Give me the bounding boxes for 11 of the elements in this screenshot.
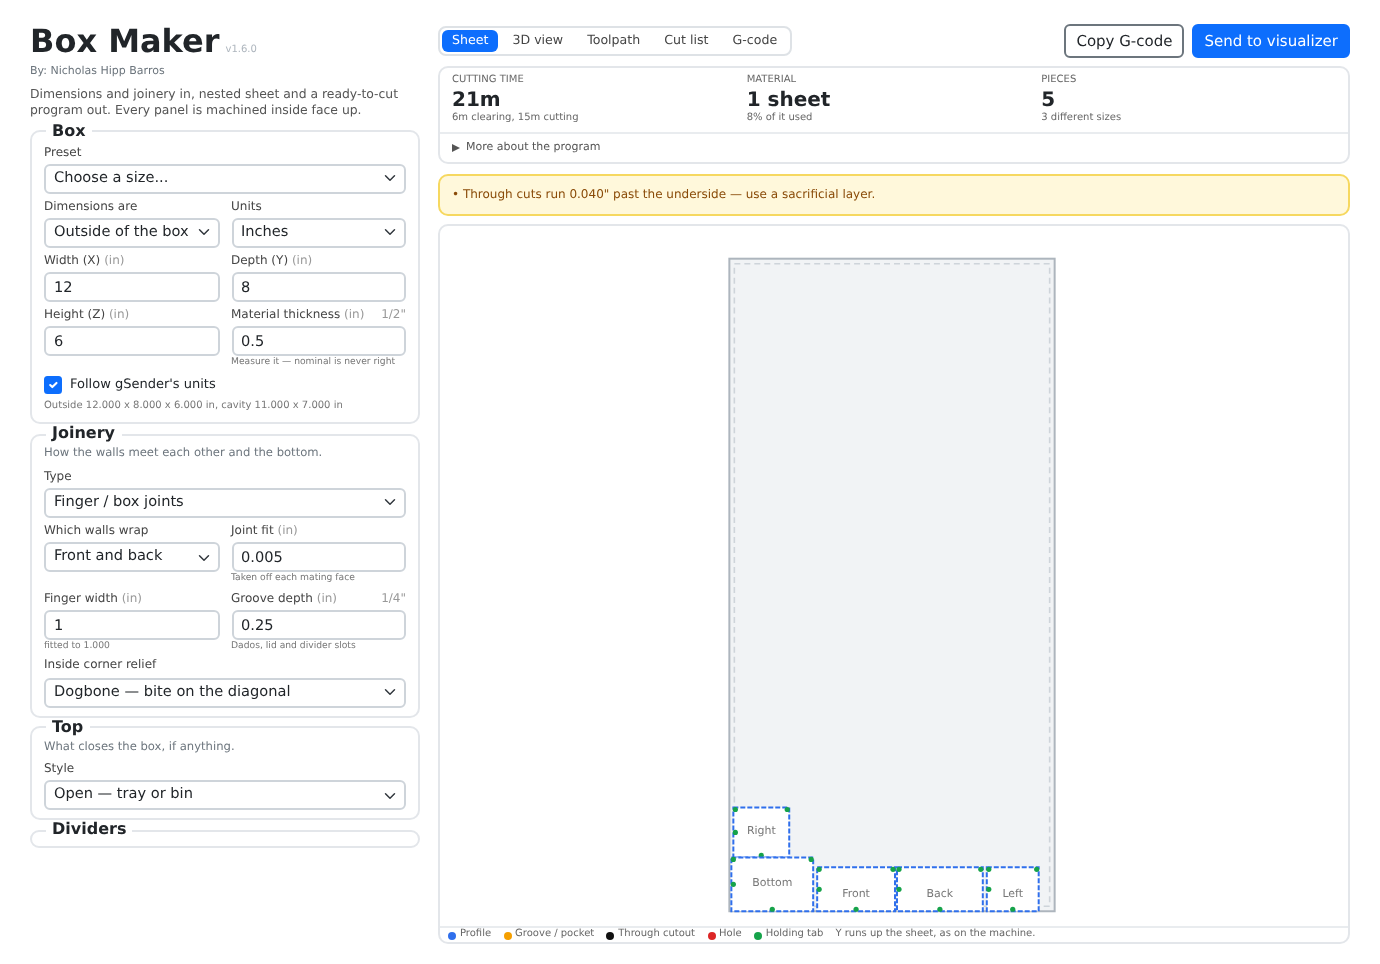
caret-icon[interactable] (452, 144, 460, 153)
section-title: Top (50, 719, 86, 735)
stat-value: 21m (452, 89, 503, 111)
stat-value: 1 sheet (746, 89, 833, 111)
section-title: Dividers (50, 822, 129, 839)
checkbox[interactable] (44, 376, 62, 395)
sheet-part (816, 866, 896, 913)
section-title: Joinery (49, 426, 117, 443)
section-title: Box (50, 123, 88, 140)
app-title: Box Maker (30, 24, 220, 60)
stat-value: 5 (1041, 89, 1058, 111)
